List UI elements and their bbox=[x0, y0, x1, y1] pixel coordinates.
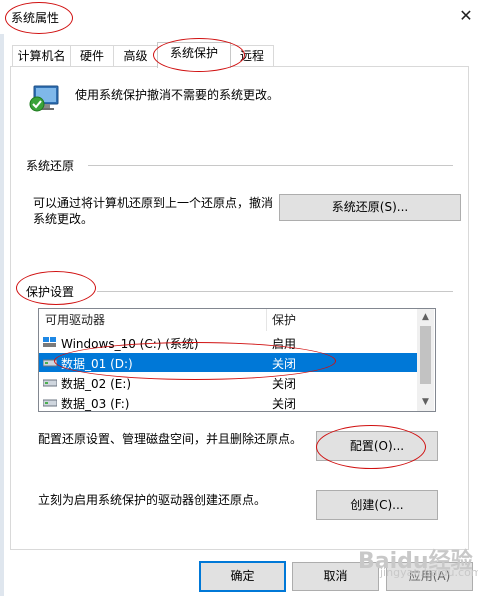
drive-icon bbox=[42, 357, 58, 371]
drive-icon bbox=[42, 397, 58, 411]
protection-divider bbox=[97, 291, 453, 292]
drive-status: 关闭 bbox=[272, 397, 297, 411]
drive-row-f[interactable]: 数据_03 (F:) 关闭 bbox=[39, 393, 417, 411]
column-header-protection[interactable]: 保护 bbox=[272, 309, 296, 331]
drive-name: 数据_01 (D:) bbox=[61, 357, 133, 371]
system-protection-icon bbox=[28, 80, 62, 114]
drive-list[interactable]: 可用驱动器 保护 Windows_10 (C:) (系统) 启用 数据_01 (… bbox=[38, 308, 436, 412]
watermark-url: jingyan.baidu.com bbox=[380, 566, 478, 579]
tab-remote[interactable]: 远程 bbox=[230, 45, 274, 66]
restore-divider bbox=[88, 165, 453, 166]
drive-name: 数据_03 (F:) bbox=[61, 397, 130, 411]
drive-name: Windows_10 (C:) (系统) bbox=[61, 337, 199, 351]
drive-status: 启用 bbox=[272, 337, 297, 351]
title-bar bbox=[0, 0, 478, 34]
drive-row-e[interactable]: 数据_02 (E:) 关闭 bbox=[39, 373, 417, 392]
restore-heading: 系统还原 bbox=[26, 159, 75, 173]
configure-button[interactable]: 配置(O)... bbox=[316, 431, 438, 461]
drive-icon bbox=[42, 377, 58, 391]
ok-button[interactable]: 确定 bbox=[199, 561, 286, 592]
column-separator bbox=[266, 309, 267, 331]
drive-row-d[interactable]: 数据_01 (D:) 关闭 bbox=[39, 353, 417, 372]
configure-text: 配置还原设置、管理磁盘空间，并且删除还原点。 bbox=[38, 432, 303, 446]
scroll-down-icon[interactable]: ▼ bbox=[417, 394, 434, 411]
close-icon[interactable]: ✕ bbox=[456, 6, 476, 26]
protection-heading: 保护设置 bbox=[26, 285, 75, 299]
drive-status: 关闭 bbox=[272, 377, 297, 391]
create-text: 立刻为启用系统保护的驱动器创建还原点。 bbox=[38, 493, 267, 507]
restore-description-line2: 系统更改。 bbox=[33, 212, 94, 226]
column-header-drive[interactable]: 可用驱动器 bbox=[45, 309, 105, 331]
tab-hardware[interactable]: 硬件 bbox=[70, 45, 114, 66]
drive-row-c[interactable]: Windows_10 (C:) (系统) 启用 bbox=[39, 333, 417, 352]
system-drive-icon bbox=[43, 337, 57, 351]
background-window-edge bbox=[0, 34, 4, 596]
tab-computer-name[interactable]: 计算机名 bbox=[12, 45, 71, 66]
window-title: 系统属性 bbox=[11, 11, 60, 25]
create-button[interactable]: 创建(C)... bbox=[316, 490, 438, 520]
tab-advanced[interactable]: 高级 bbox=[113, 45, 158, 66]
intro-text: 使用系统保护撤消不需要的系统更改。 bbox=[75, 88, 280, 102]
drive-name: 数据_02 (E:) bbox=[61, 377, 132, 391]
tab-system-protection[interactable]: 系统保护 bbox=[157, 42, 231, 68]
scrollbar-thumb[interactable] bbox=[420, 326, 431, 384]
restore-description-line1: 可以通过将计算机还原到上一个还原点，撤消 bbox=[33, 196, 274, 210]
scroll-up-icon[interactable]: ▲ bbox=[417, 309, 434, 326]
system-restore-button[interactable]: 系统还原(S)... bbox=[279, 194, 461, 221]
drive-status: 关闭 bbox=[272, 357, 297, 371]
